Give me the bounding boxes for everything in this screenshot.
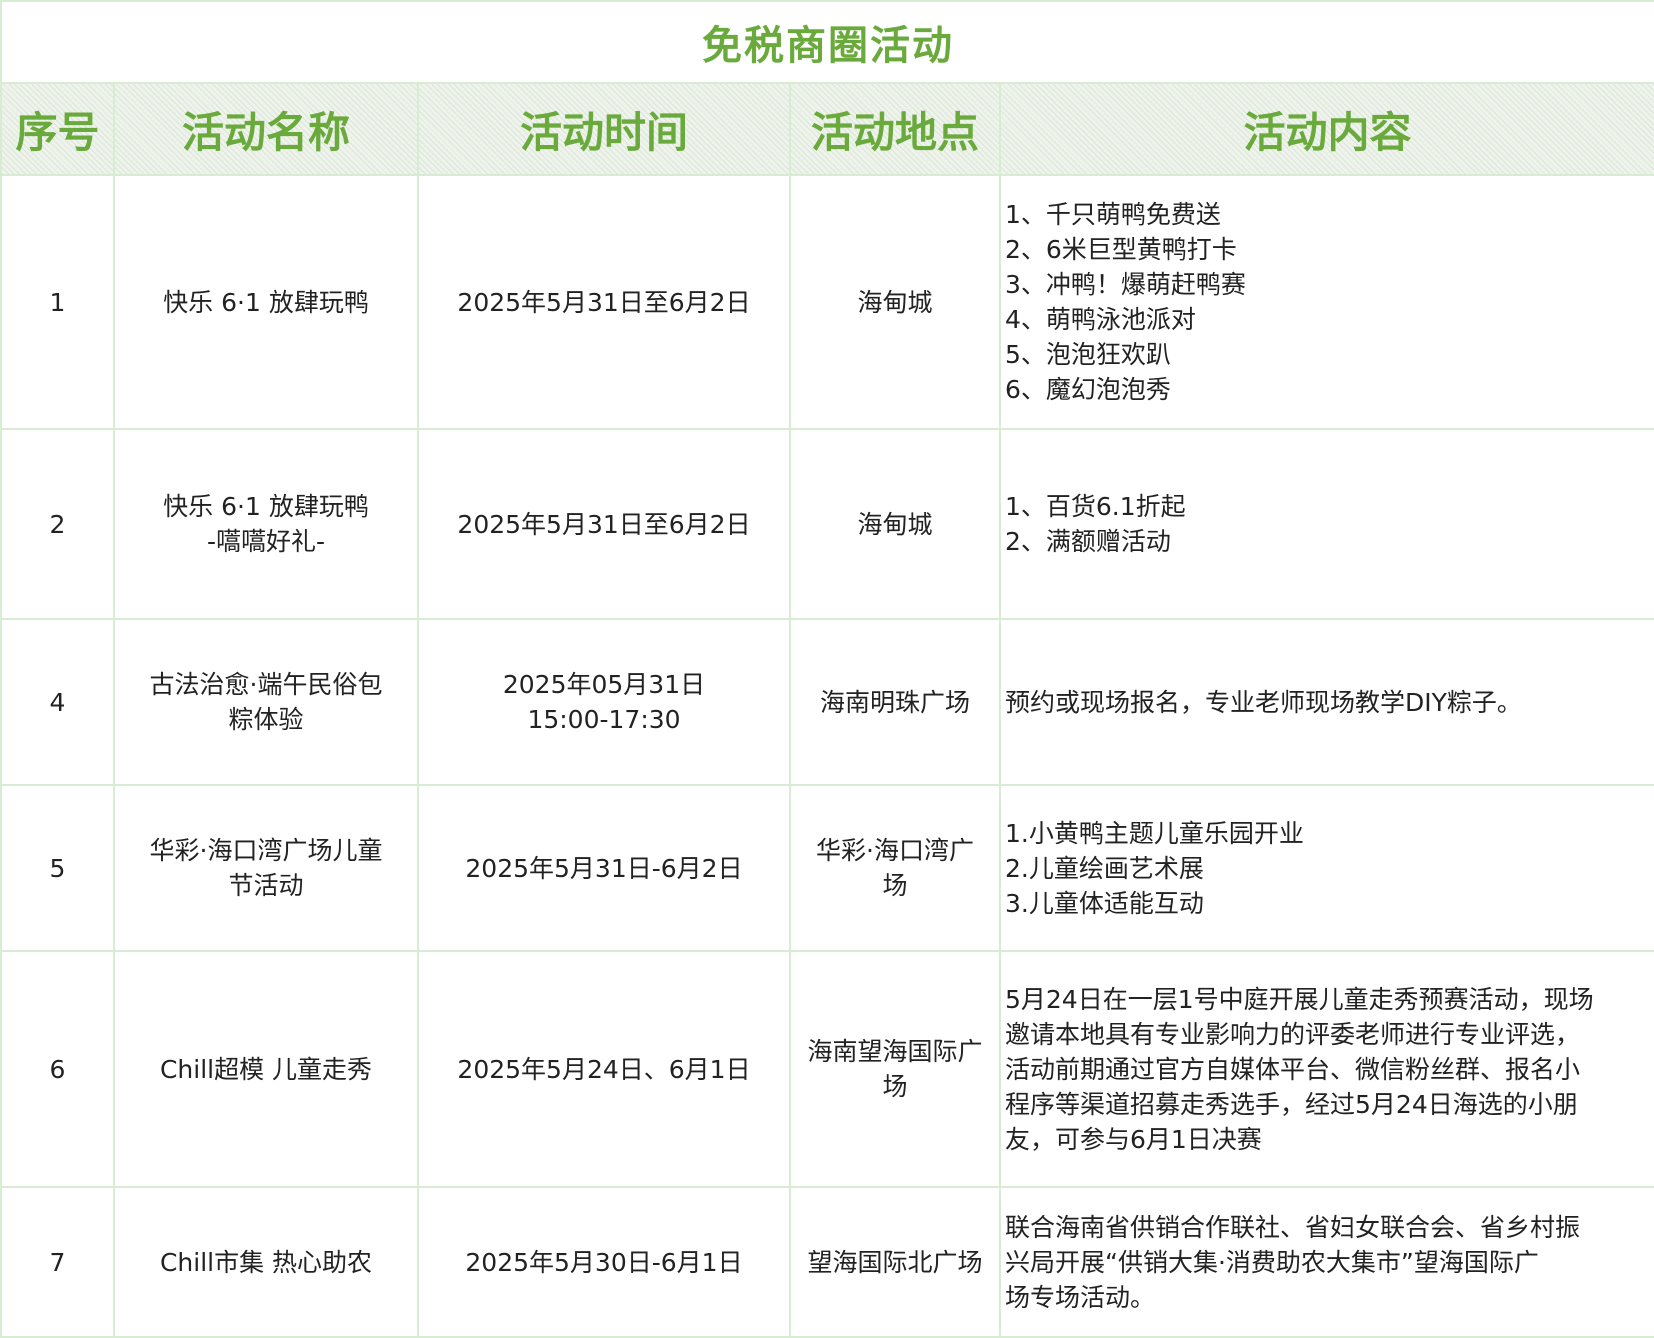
cell-line: 华彩·海口湾广场儿童	[149, 836, 383, 865]
cell-line: 粽体验	[228, 705, 304, 734]
cell-line: 邀请本地具有专业影响力的评委老师进行专业评选，	[1005, 1019, 1581, 1049]
cell-activity-time[interactable]: 2025年5月31日至6月2日	[417, 174, 791, 430]
cell-activity-name[interactable]: 华彩·海口湾广场儿童 节活动	[113, 784, 419, 952]
table-row: 2 快乐 6·1 放肆玩鸭 -嚆嚆好礼- 2025年5月31日至6月2日 海甸城 1、百货…	[0, 428, 1654, 620]
cell-activity-place[interactable]: 海甸城	[789, 174, 1001, 430]
cell-line: 1.小黄鸭主题儿童乐园开业	[1005, 818, 1304, 848]
cell-line: 3.儿童体适能互动	[1005, 888, 1204, 918]
cell-activity-time[interactable]: 2025年05月31日 15:00-17:30	[417, 618, 791, 786]
cell-activity-time[interactable]: 2025年5月31日-6月2日	[417, 784, 791, 952]
cell-line: 2、满额赠活动	[1005, 527, 1171, 556]
cell-line: 6、魔幻泡泡秀	[1005, 375, 1171, 404]
cell-line: 活动前期通过官方自媒体平台、微信粉丝群、报名小	[1005, 1054, 1581, 1084]
cell-line: -嚆嚆好礼-	[206, 527, 326, 556]
cell-activity-time[interactable]: 2025年5月30日-6月1日	[417, 1186, 791, 1338]
cell-activity-content[interactable]: 5月24日在一层1号中庭开展儿童走秀预赛活动，现场 邀请本地具有专业影响力的评委老…	[998, 950, 1654, 1188]
cell-line: 2025年5月30日-6月1日	[465, 1247, 743, 1277]
cell-index[interactable]: 7	[0, 1186, 115, 1338]
header-time[interactable]: 活动时间	[417, 82, 791, 176]
cell-line: 海甸城	[857, 509, 933, 539]
cell-line: 快乐 6·1 放肆玩鸭	[163, 492, 369, 521]
cell-line: 友，可参与6月1日决赛	[1005, 1124, 1262, 1154]
cell-activity-name[interactable]: 快乐 6·1 放肆玩鸭 -嚆嚆好礼-	[113, 428, 419, 620]
cell-line: 程序等渠道招募走秀选手，经过5月24日海选的小朋	[1005, 1089, 1578, 1119]
cell-index[interactable]: 5	[0, 784, 115, 952]
cell-activity-content[interactable]: 1、百货6.1折起 2、满额赠活动	[998, 428, 1654, 620]
table-row: 6 Chill超模 儿童走秀 2025年5月24日、6月1日 海南望海国际广场 5月24…	[0, 950, 1654, 1188]
cell-line: 1、千只萌鸭免费送	[1005, 200, 1221, 229]
cell-line: 2、6米巨型黄鸭打卡	[1005, 235, 1237, 264]
cell-activity-place[interactable]: 海南明珠广场	[789, 618, 1001, 786]
cell-activity-content[interactable]: 联合海南省供销合作联社、省妇女联合会、省乡村振 兴局开展“供销大集·消费助农大集市…	[998, 1186, 1654, 1338]
cell-line: 预约或现场报名，专业老师现场教学DIY粽子。	[1005, 687, 1522, 717]
cell-line: Chill超模 儿童走秀	[159, 1054, 373, 1084]
cell-activity-name[interactable]: 古法治愈·端午民俗包 粽体验	[113, 618, 419, 786]
cell-line: 场	[882, 1072, 908, 1101]
cell-line: 场专场活动。	[1005, 1282, 1156, 1312]
header-index[interactable]: 序号	[0, 82, 115, 176]
cell-line: 4、萌鸭泳池派对	[1005, 305, 1196, 334]
cell-line: 海南望海国际广	[807, 1037, 983, 1066]
cell-line: 华彩·海口湾广	[816, 836, 974, 865]
spreadsheet: 免税商圈活动 序号 活动名称 活动时间 活动地点 活动内容 1 快乐 6·1 放肆…	[0, 0, 1654, 1338]
cell-line: 5、泡泡狂欢趴	[1005, 340, 1171, 369]
cell-line: 兴局开展“供销大集·消费助农大集市”望海国际广	[1005, 1247, 1539, 1277]
cell-line: 3、冲鸭！爆萌赶鸭赛	[1005, 270, 1246, 299]
cell-line: Chill市集 热心助农	[159, 1247, 373, 1277]
cell-activity-content[interactable]: 预约或现场报名，专业老师现场教学DIY粽子。	[998, 618, 1654, 786]
table-title[interactable]: 免税商圈活动	[0, 0, 1654, 84]
header-name[interactable]: 活动名称	[113, 82, 419, 176]
cell-line: 联合海南省供销合作联社、省妇女联合会、省乡村振	[1005, 1212, 1581, 1242]
cell-line: 1、百货6.1折起	[1005, 492, 1186, 521]
header-row: 序号 活动名称 活动时间 活动地点 活动内容	[0, 82, 1654, 176]
cell-line: 2025年5月31日至6月2日	[457, 287, 751, 317]
cell-activity-name[interactable]: 快乐 6·1 放肆玩鸭	[113, 174, 419, 430]
cell-index[interactable]: 4	[0, 618, 115, 786]
cell-activity-content[interactable]: 1、千只萌鸭免费送 2、6米巨型黄鸭打卡 3、冲鸭！爆萌赶鸭赛 4、萌鸭泳池派对 5、泡…	[998, 174, 1654, 430]
cell-index[interactable]: 1	[0, 174, 115, 430]
table-row: 1 快乐 6·1 放肆玩鸭 2025年5月31日至6月2日 海甸城 1、千只萌鸭免费送 2…	[0, 174, 1654, 430]
cell-activity-time[interactable]: 2025年5月31日至6月2日	[417, 428, 791, 620]
cell-line: 2025年05月31日	[502, 670, 706, 699]
cell-activity-time[interactable]: 2025年5月24日、6月1日	[417, 950, 791, 1188]
cell-activity-place[interactable]: 望海国际北广场	[789, 1186, 1001, 1338]
cell-index[interactable]: 2	[0, 428, 115, 620]
cell-activity-place[interactable]: 海南望海国际广场	[789, 950, 1001, 1188]
cell-activity-place[interactable]: 海甸城	[789, 428, 1001, 620]
activity-table: 免税商圈活动 序号 活动名称 活动时间 活动地点 活动内容 1 快乐 6·1 放肆…	[0, 0, 1654, 1338]
cell-activity-name[interactable]: Chill市集 热心助农	[113, 1186, 419, 1338]
cell-activity-content[interactable]: 1.小黄鸭主题儿童乐园开业 2.儿童绘画艺术展 3.儿童体适能互动	[998, 784, 1654, 952]
cell-line: 2025年5月31日至6月2日	[457, 509, 751, 539]
table-body: 1 快乐 6·1 放肆玩鸭 2025年5月31日至6月2日 海甸城 1、千只萌鸭免费送 2…	[0, 174, 1654, 1338]
cell-line: 2025年5月24日、6月1日	[457, 1054, 751, 1084]
cell-line: 快乐 6·1 放肆玩鸭	[163, 287, 369, 317]
cell-line: 古法治愈·端午民俗包	[149, 670, 383, 699]
table-row: 5 华彩·海口湾广场儿童 节活动 2025年5月31日-6月2日 华彩·海口湾广场 1.小…	[0, 784, 1654, 952]
cell-line: 节活动	[228, 871, 304, 900]
cell-line: 5月24日在一层1号中庭开展儿童走秀预赛活动，现场	[1005, 984, 1594, 1014]
cell-line: 场	[882, 871, 908, 900]
cell-line: 海南明珠广场	[819, 687, 970, 717]
cell-index[interactable]: 6	[0, 950, 115, 1188]
cell-line: 海甸城	[857, 287, 933, 317]
cell-line: 2025年5月31日-6月2日	[465, 853, 743, 883]
cell-activity-place[interactable]: 华彩·海口湾广场	[789, 784, 1001, 952]
cell-line: 2.儿童绘画艺术展	[1005, 853, 1204, 883]
cell-line: 15:00-17:30	[527, 705, 681, 734]
cell-activity-name[interactable]: Chill超模 儿童走秀	[113, 950, 419, 1188]
table-row: 7 Chill市集 热心助农 2025年5月30日-6月1日 望海国际北广场 联合海南省…	[0, 1186, 1654, 1338]
cell-line: 望海国际北广场	[807, 1247, 983, 1277]
header-content[interactable]: 活动内容	[998, 82, 1654, 176]
header-place[interactable]: 活动地点	[789, 82, 1001, 176]
table-row: 4 古法治愈·端午民俗包 粽体验 2025年05月31日 15:00-17:30 海南明珠…	[0, 618, 1654, 786]
